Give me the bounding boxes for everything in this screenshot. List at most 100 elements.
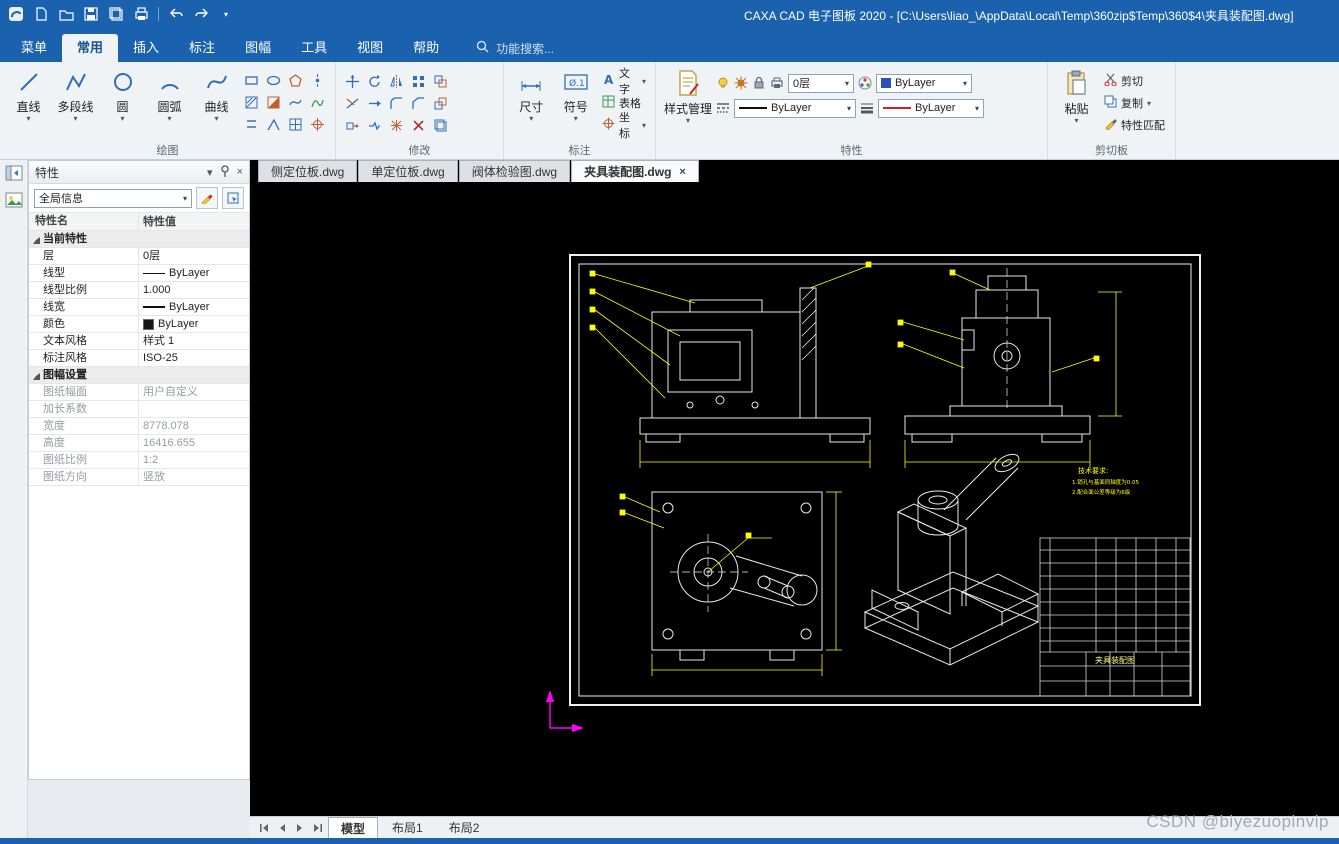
cut-button[interactable]: 剪切	[1101, 71, 1168, 91]
mirror-icon[interactable]	[386, 71, 406, 91]
copy-object-icon[interactable]	[430, 115, 450, 135]
new-file-icon[interactable]	[31, 4, 51, 24]
layer-select[interactable]: 0层 ▾	[788, 73, 854, 93]
property-row-sheet-size[interactable]: 图纸幅面 用户自定义	[29, 384, 249, 401]
drawing-canvas[interactable]: 侧定位板.dwg 单定位板.dwg 阀体检验图.dwg 夹具装配图.dwg×	[250, 160, 1339, 816]
qat-customize-icon[interactable]: ▾	[216, 4, 236, 24]
panel-collapse-icon[interactable]	[5, 164, 23, 187]
menu-tab-help[interactable]: 帮助	[398, 34, 454, 62]
linetype-list-icon[interactable]	[716, 101, 730, 115]
color-select[interactable]: ByLayer ▾	[876, 73, 972, 93]
layer-lock-icon[interactable]	[752, 76, 766, 90]
fillet-icon[interactable]	[386, 93, 406, 113]
match-properties-button[interactable]: 特性匹配	[1101, 115, 1168, 135]
explode-icon[interactable]	[386, 115, 406, 135]
style-manager-button[interactable]: 样式管理 ▾	[662, 65, 714, 125]
property-group-row[interactable]: 当前特性	[29, 231, 249, 248]
menu-tab-sheet[interactable]: 图幅	[230, 34, 286, 62]
redo-icon[interactable]	[191, 4, 211, 24]
tab-close-icon[interactable]: ×	[679, 166, 685, 178]
pick-object-icon[interactable]	[222, 187, 244, 209]
extend-icon[interactable]	[364, 93, 384, 113]
menu-tab-annotate[interactable]: 标注	[174, 34, 230, 62]
property-row-scale[interactable]: 图纸比例 1:2	[29, 452, 249, 469]
last-layout-icon[interactable]	[310, 820, 326, 836]
function-search[interactable]: 功能搜索...	[476, 34, 554, 62]
menu-tab-view[interactable]: 视图	[342, 34, 398, 62]
property-row-width[interactable]: 宽度 8778.078	[29, 418, 249, 435]
property-row-orientation[interactable]: 图纸方向 竖放	[29, 469, 249, 486]
open-file-icon[interactable]	[56, 4, 76, 24]
edit-properties-icon[interactable]	[196, 187, 218, 209]
arc-button[interactable]: 圆弧 ▾	[147, 65, 192, 123]
menu-tab-home[interactable]: 常用	[62, 34, 119, 62]
lineweight-list-icon[interactable]	[860, 101, 874, 115]
property-group-row[interactable]: 图幅设置	[29, 367, 249, 384]
property-row-ltscale[interactable]: 线型比例 1.000	[29, 282, 249, 299]
polyline-button[interactable]: 多段线 ▾	[53, 65, 98, 123]
property-row-color[interactable]: 颜色 ByLayer	[29, 316, 249, 333]
scale-icon[interactable]	[430, 93, 450, 113]
property-row-dimstyle[interactable]: 标注风格 ISO-25	[29, 350, 249, 367]
doc-tab-4-active[interactable]: 夹具装配图.dwg ×	[571, 160, 699, 182]
ellipse-icon[interactable]	[263, 70, 283, 90]
text-button[interactable]: A 文字 ▾	[599, 68, 649, 96]
panel-menu-icon[interactable]: ▾	[207, 166, 213, 179]
save-all-icon[interactable]	[106, 4, 126, 24]
pin-icon[interactable]	[220, 164, 230, 180]
rectangle-icon[interactable]	[241, 70, 261, 90]
erase-icon[interactable]	[408, 115, 428, 135]
layer-print-icon[interactable]	[770, 76, 784, 90]
symbol-button[interactable]: Ø.1 符号 ▾	[554, 65, 596, 123]
copy-button[interactable]: 复制 ▾	[1101, 93, 1168, 113]
layout-tab-2[interactable]: 布局2	[437, 817, 492, 838]
parallel-lines-icon[interactable]	[241, 114, 261, 134]
break-icon[interactable]	[364, 115, 384, 135]
menu-tab-insert[interactable]: 插入	[118, 34, 174, 62]
hatch-icon[interactable]	[241, 92, 261, 112]
layer-on-icon[interactable]	[716, 76, 730, 90]
doc-tab-3[interactable]: 阀体检验图.dwg	[458, 160, 571, 182]
print-icon[interactable]	[131, 4, 151, 24]
stretch-icon[interactable]	[342, 115, 362, 135]
property-row-lineweight[interactable]: 线宽 ByLayer	[29, 299, 249, 316]
linetype-select[interactable]: ByLayer ▾	[734, 98, 856, 118]
first-layout-icon[interactable]	[256, 820, 272, 836]
doc-tab-2[interactable]: 单定位板.dwg	[358, 160, 458, 182]
save-icon[interactable]	[81, 4, 101, 24]
move-icon[interactable]	[342, 71, 362, 91]
property-row-linetype[interactable]: 线型 ByLayer	[29, 265, 249, 282]
menu-tab-tools[interactable]: 工具	[286, 34, 342, 62]
layout-tab-model[interactable]: 模型	[328, 816, 379, 839]
array-icon[interactable]	[408, 71, 428, 91]
app-logo-icon[interactable]	[6, 4, 26, 24]
rotate-icon[interactable]	[364, 71, 384, 91]
fill-icon[interactable]	[263, 92, 283, 112]
doc-tab-1[interactable]: 侧定位板.dwg	[258, 160, 358, 182]
property-row-layer[interactable]: 层 0层	[29, 248, 249, 265]
property-row-lengthen[interactable]: 加长系数	[29, 401, 249, 418]
trim-icon[interactable]	[342, 93, 362, 113]
formula-curve-icon[interactable]	[307, 92, 327, 112]
layout-tab-1[interactable]: 布局1	[380, 817, 435, 838]
spline-icon[interactable]	[285, 92, 305, 112]
dimension-button[interactable]: 尺寸 ▾	[510, 65, 552, 123]
undo-icon[interactable]	[166, 4, 186, 24]
coordinate-button[interactable]: 坐标 ▾	[599, 112, 649, 140]
line-button[interactable]: 直线 ▾	[6, 65, 51, 123]
angle-line-icon[interactable]	[263, 114, 283, 134]
scope-select[interactable]: 全局信息 ▾	[34, 188, 192, 208]
lineweight-select[interactable]: ByLayer ▾	[878, 98, 984, 118]
chamfer-icon[interactable]	[408, 93, 428, 113]
cad-drawing[interactable]: 夹具装配图 技术要求: 1.销孔与基面同轴度为0.05 2.配合面公差等级为6级	[250, 160, 1339, 816]
paste-button[interactable]: 粘贴 ▾	[1054, 65, 1099, 125]
polygon-icon[interactable]	[285, 70, 305, 90]
grid-icon[interactable]	[285, 114, 305, 134]
color-wheel-icon[interactable]	[858, 76, 872, 90]
offset-icon[interactable]	[430, 71, 450, 91]
center-mark-icon[interactable]	[307, 114, 327, 134]
curve-button[interactable]: 曲线 ▾	[194, 65, 239, 123]
point-icon[interactable]	[307, 70, 327, 90]
layer-freeze-icon[interactable]	[734, 76, 748, 90]
property-row-height[interactable]: 高度 16416.655	[29, 435, 249, 452]
